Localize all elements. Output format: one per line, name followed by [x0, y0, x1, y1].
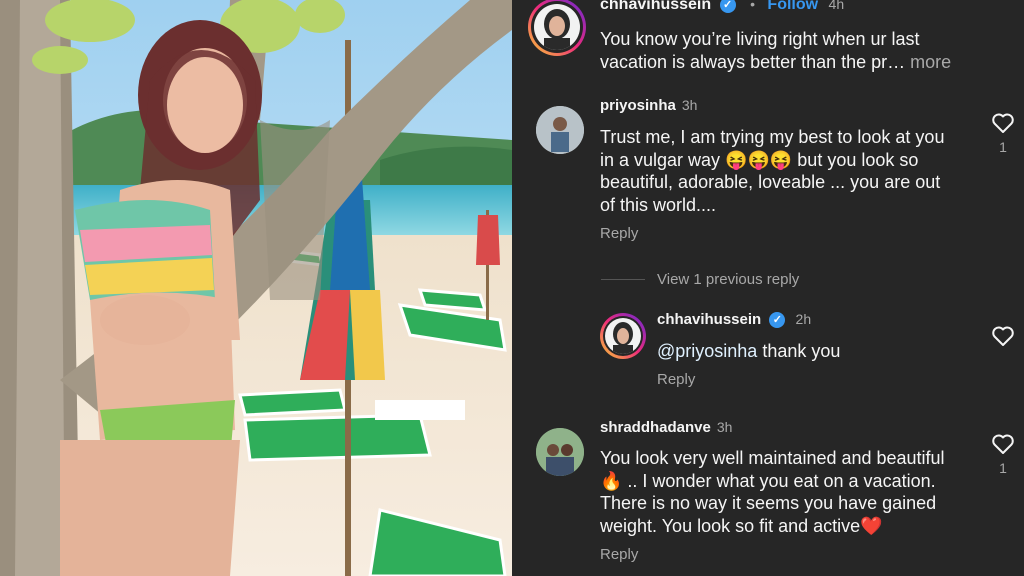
- reply-text-body: thank you: [757, 341, 841, 361]
- comment-username[interactable]: priyosinha: [600, 97, 676, 114]
- avatar-portrait-icon: [613, 322, 633, 354]
- comments-panel: chhavihussein ✓ • Follow 4h You know you…: [512, 0, 1024, 576]
- post-caption-text: You know you’re living right when ur las…: [600, 29, 920, 72]
- reply-username-row: chhavihussein ✓ 2h: [657, 311, 812, 329]
- like-count: 1: [999, 460, 1007, 476]
- comment-line: beautiful, adorable, loveable ... you ar…: [600, 172, 941, 192]
- post-time: 4h: [828, 0, 845, 12]
- reply-text: @priyosinha thank you: [657, 340, 840, 363]
- avatar-portrait-icon: [544, 9, 570, 50]
- reply-author-avatar[interactable]: [600, 313, 646, 359]
- separator-dot: •: [750, 0, 755, 12]
- avatar-man-icon: [536, 106, 584, 154]
- comment-line: of this world....: [600, 194, 717, 215]
- heart-icon[interactable]: [991, 325, 1015, 347]
- comment-time: 3h: [681, 97, 698, 113]
- post-author-avatar[interactable]: [528, 0, 586, 56]
- commenter-avatar[interactable]: [536, 106, 584, 154]
- post-photo: [0, 0, 512, 576]
- mention-link[interactable]: @priyosinha: [657, 341, 757, 361]
- comment-time: 3h: [716, 419, 733, 435]
- reply-username[interactable]: chhavihussein: [657, 311, 761, 328]
- comment-line: There is no way it seems you have gained: [600, 493, 937, 513]
- beach-photo-illustration: [0, 0, 512, 576]
- view-replies-divider: [601, 279, 645, 280]
- post-caption: You know you’re living right when ur las…: [600, 28, 980, 73]
- like-count: 1: [999, 139, 1007, 155]
- comment-line: Trust me, I am trying my best to look at…: [600, 127, 945, 147]
- reply-button[interactable]: Reply: [600, 546, 638, 563]
- comment-text: Trust me, I am trying my best to look at…: [600, 126, 980, 216]
- reply-time: 2h: [795, 311, 812, 327]
- verified-badge-icon: ✓: [769, 312, 786, 329]
- comment-text: You look very well maintained and beauti…: [600, 447, 985, 537]
- follow-button[interactable]: Follow: [767, 0, 818, 13]
- post-author-username-row: chhavihussein ✓ • Follow 4h: [600, 0, 844, 14]
- commenter-avatar[interactable]: [536, 428, 584, 476]
- comment-username[interactable]: shraddhadanve: [600, 419, 711, 436]
- comment-username-row: priyosinha 3h: [600, 97, 697, 114]
- reply-button[interactable]: Reply: [657, 371, 695, 388]
- comment-line: in a vulgar way 😝😝😝 but you look so: [600, 149, 919, 170]
- post-author-username[interactable]: chhavihussein: [600, 0, 711, 13]
- comment-username-row: shraddhadanve 3h: [600, 419, 732, 436]
- heart-icon[interactable]: [991, 112, 1015, 134]
- comment-line: weight. You look so fit and active❤️: [600, 515, 883, 536]
- heart-icon[interactable]: [991, 433, 1015, 455]
- verified-badge-icon: ✓: [719, 0, 736, 13]
- more-link[interactable]: more: [905, 52, 951, 72]
- comment-line: 🔥 .. I wonder what you eat on a vacation…: [600, 470, 936, 491]
- avatar-couple-icon: [536, 428, 584, 476]
- view-previous-reply-button[interactable]: View 1 previous reply: [657, 271, 799, 288]
- comment-line: You look very well maintained and beauti…: [600, 448, 945, 468]
- reply-button[interactable]: Reply: [600, 225, 638, 242]
